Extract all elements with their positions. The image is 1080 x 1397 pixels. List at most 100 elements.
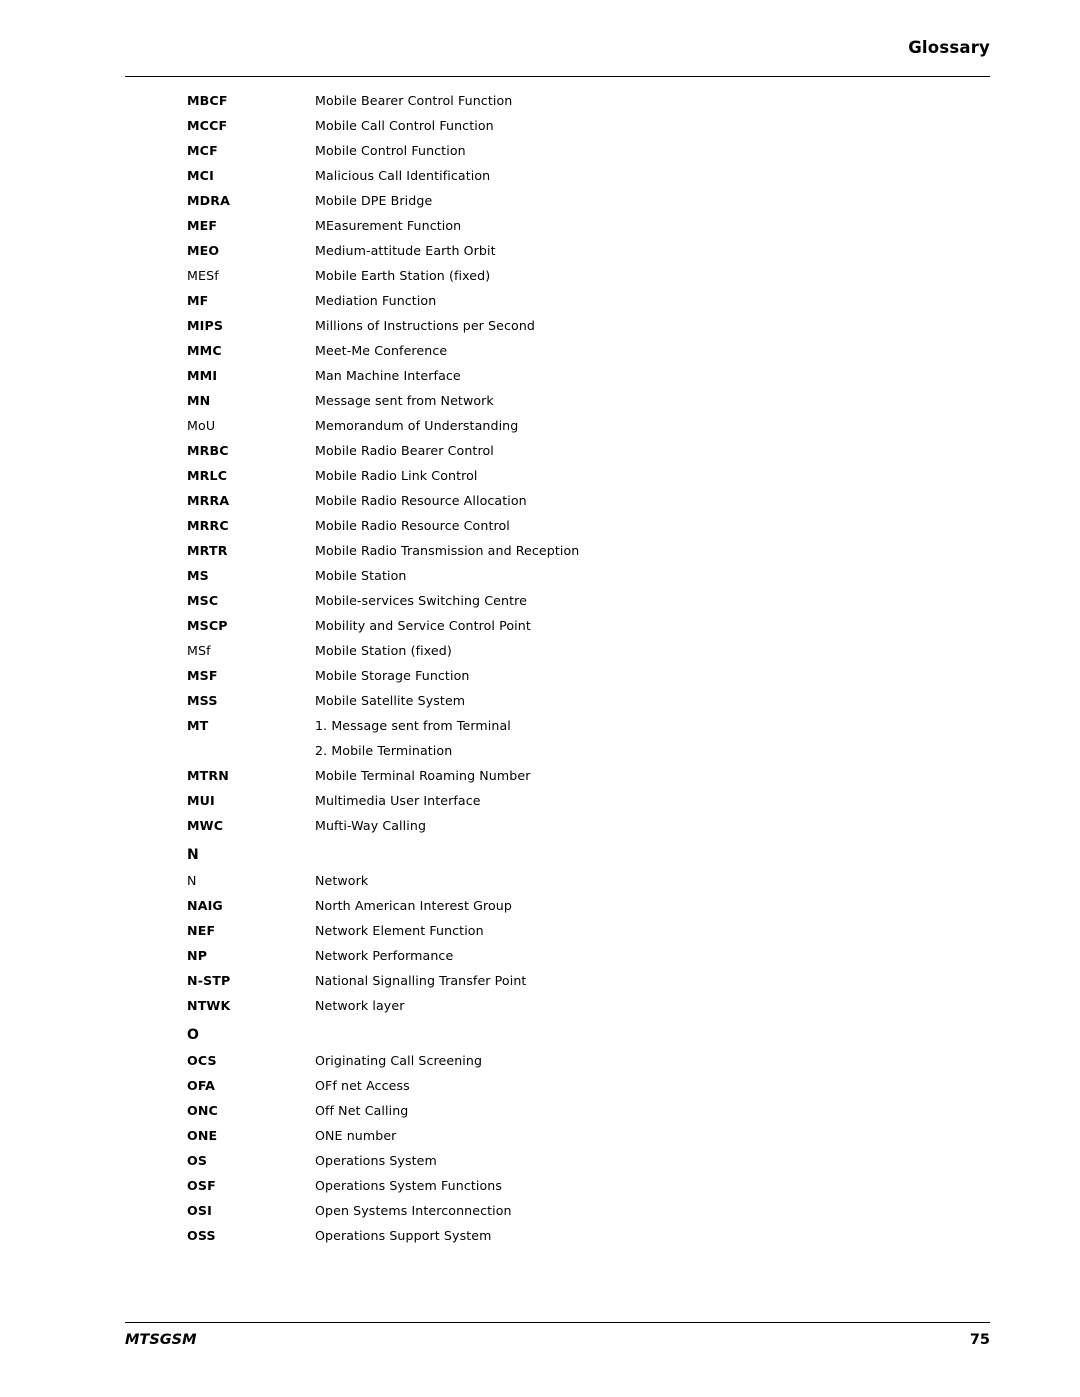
glossary-term: OCS — [187, 1053, 217, 1068]
glossary-entry: OSS Operations Support System — [0, 1223, 1080, 1248]
glossary-entry: N-STP National Signalling Transfer Point — [0, 968, 1080, 993]
glossary-definition: National Signalling Transfer Point — [315, 973, 527, 988]
glossary-entry: MRTR Mobile Radio Transmission and Recept… — [0, 538, 1080, 563]
glossary-definition: MEasurement Function — [315, 218, 462, 233]
glossary-definition: Mobile Satellite System — [315, 693, 466, 708]
glossary-entry: MoU Memorandum of Understanding — [0, 413, 1080, 438]
glossary-definition: North American Interest Group — [315, 898, 512, 913]
glossary-term: N-STP — [187, 973, 231, 988]
glossary-entry: OSI Open Systems Interconnection — [0, 1198, 1080, 1223]
glossary-definition: Mobile Radio Transmission and Reception — [315, 543, 580, 558]
glossary-section-o: OCS Originating Call Screening OFA OFf net … — [0, 1048, 1080, 1248]
glossary-definition: 2. Mobile Termination — [315, 743, 453, 758]
glossary-term: MSCP — [187, 618, 228, 633]
glossary-term: MSf — [187, 643, 211, 658]
glossary-entry: MS Mobile Station — [0, 563, 1080, 588]
glossary-entry: MBCF Mobile Bearer Control Function — [0, 88, 1080, 113]
glossary-definition: Mobile Bearer Control Function — [315, 93, 513, 108]
glossary-definition: Mobile Radio Link Control — [315, 468, 478, 483]
glossary-entry: MMC Meet-Me Conference — [0, 338, 1080, 363]
glossary-definition: Mobile Radio Bearer Control — [315, 443, 494, 458]
glossary-definition: Operations System — [315, 1153, 437, 1168]
glossary-definition: 1. Message sent from Terminal — [315, 718, 511, 733]
glossary-definition: Mobile DPE Bridge — [315, 193, 433, 208]
glossary-entry: MRBC Mobile Radio Bearer Control — [0, 438, 1080, 463]
glossary-entry: MEF MEasurement Function — [0, 213, 1080, 238]
glossary-definition: Network — [315, 873, 369, 888]
glossary-entry: MRRA Mobile Radio Resource Allocation — [0, 488, 1080, 513]
glossary-entry: MF Mediation Function — [0, 288, 1080, 313]
section-heading-n: N — [187, 847, 199, 863]
glossary-entry: MCF Mobile Control Function — [0, 138, 1080, 163]
glossary-definition: Operations Support System — [315, 1228, 492, 1243]
glossary-term: MSF — [187, 668, 218, 683]
glossary-term: MCCF — [187, 118, 228, 133]
glossary-definition: Mobile Terminal Roaming Number — [315, 768, 531, 783]
glossary-definition: Network layer — [315, 998, 405, 1013]
glossary-entry: MWC Mufti-Way Calling — [0, 813, 1080, 838]
glossary-entry: ONC Off Net Calling — [0, 1098, 1080, 1123]
glossary-term: MBCF — [187, 93, 228, 108]
glossary-term: MDRA — [187, 193, 231, 208]
glossary-term: MRRC — [187, 518, 229, 533]
glossary-entry: N Network — [0, 868, 1080, 893]
glossary-entry: MCI Malicious Call Identification — [0, 163, 1080, 188]
glossary-definition: Mobile Storage Function — [315, 668, 470, 683]
glossary-term: N — [187, 873, 197, 888]
glossary-term: NTWK — [187, 998, 231, 1013]
glossary-term: ONC — [187, 1103, 218, 1118]
glossary-term: MRLC — [187, 468, 228, 483]
glossary-term: MF — [187, 293, 209, 308]
glossary-definition: Message sent from Network — [315, 393, 494, 408]
glossary-content: MBCF Mobile Bearer Control Function MCCF Mo… — [0, 88, 1080, 1248]
footer-document-name: MTSGSM — [125, 1332, 197, 1348]
glossary-entry: MSf Mobile Station (fixed) — [0, 638, 1080, 663]
section-heading-o: O — [187, 1027, 199, 1043]
glossary-term: MUI — [187, 793, 215, 808]
glossary-entry: MEO Medium-attitude Earth Orbit — [0, 238, 1080, 263]
glossary-entry: MMI Man Machine Interface — [0, 363, 1080, 388]
footer-page-number: 75 — [969, 1332, 990, 1348]
glossary-term: MESf — [187, 268, 219, 283]
glossary-term: NP — [187, 948, 208, 963]
glossary-entry: OFA OFf net Access — [0, 1073, 1080, 1098]
page-header: Glossary — [125, 38, 990, 57]
glossary-term: OS — [187, 1153, 208, 1168]
glossary-entry: MRLC Mobile Radio Link Control — [0, 463, 1080, 488]
glossary-term: MIPS — [187, 318, 224, 333]
glossary-entry: MSCP Mobility and Service Control Point — [0, 613, 1080, 638]
glossary-entry: MTRN Mobile Terminal Roaming Number — [0, 763, 1080, 788]
glossary-term: MRBC — [187, 443, 229, 458]
glossary-definition: Memorandum of Understanding — [315, 418, 519, 433]
header-title: Glossary — [908, 38, 990, 57]
glossary-entry: MSS Mobile Satellite System — [0, 688, 1080, 713]
glossary-entry: MIPS Millions of Instructions per Second — [0, 313, 1080, 338]
glossary-term-spacer — [187, 738, 315, 763]
glossary-term: MCI — [187, 168, 214, 183]
glossary-definition: Mobile Station — [315, 568, 407, 583]
glossary-entry: NAIG North American Interest Group — [0, 893, 1080, 918]
glossary-term: MWC — [187, 818, 224, 833]
glossary-definition: Mobility and Service Control Point — [315, 618, 531, 633]
glossary-definition: Originating Call Screening — [315, 1053, 483, 1068]
glossary-term: MSC — [187, 593, 219, 608]
glossary-entry: OS Operations System — [0, 1148, 1080, 1173]
glossary-term: NEF — [187, 923, 216, 938]
glossary-term: NAIG — [187, 898, 223, 913]
footer-divider — [125, 1322, 990, 1323]
glossary-term: MT — [187, 718, 209, 733]
glossary-entry-continuation: 2. Mobile Termination — [0, 738, 1080, 763]
glossary-entry: MUI Multimedia User Interface — [0, 788, 1080, 813]
glossary-entry: NTWK Network layer — [0, 993, 1080, 1018]
glossary-term: MEF — [187, 218, 218, 233]
glossary-entry: MN Message sent from Network — [0, 388, 1080, 413]
glossary-definition: Mobile Station (fixed) — [315, 643, 452, 658]
glossary-definition: Multimedia User Interface — [315, 793, 481, 808]
glossary-entry: MRRC Mobile Radio Resource Control — [0, 513, 1080, 538]
header-divider — [125, 76, 990, 77]
glossary-section-n: N Network NAIG North American Interest Grou… — [0, 868, 1080, 1018]
glossary-entry: MSF Mobile Storage Function — [0, 663, 1080, 688]
glossary-definition: Mediation Function — [315, 293, 437, 308]
glossary-definition: Mobile-services Switching Centre — [315, 593, 527, 608]
glossary-entry: OCS Originating Call Screening — [0, 1048, 1080, 1073]
